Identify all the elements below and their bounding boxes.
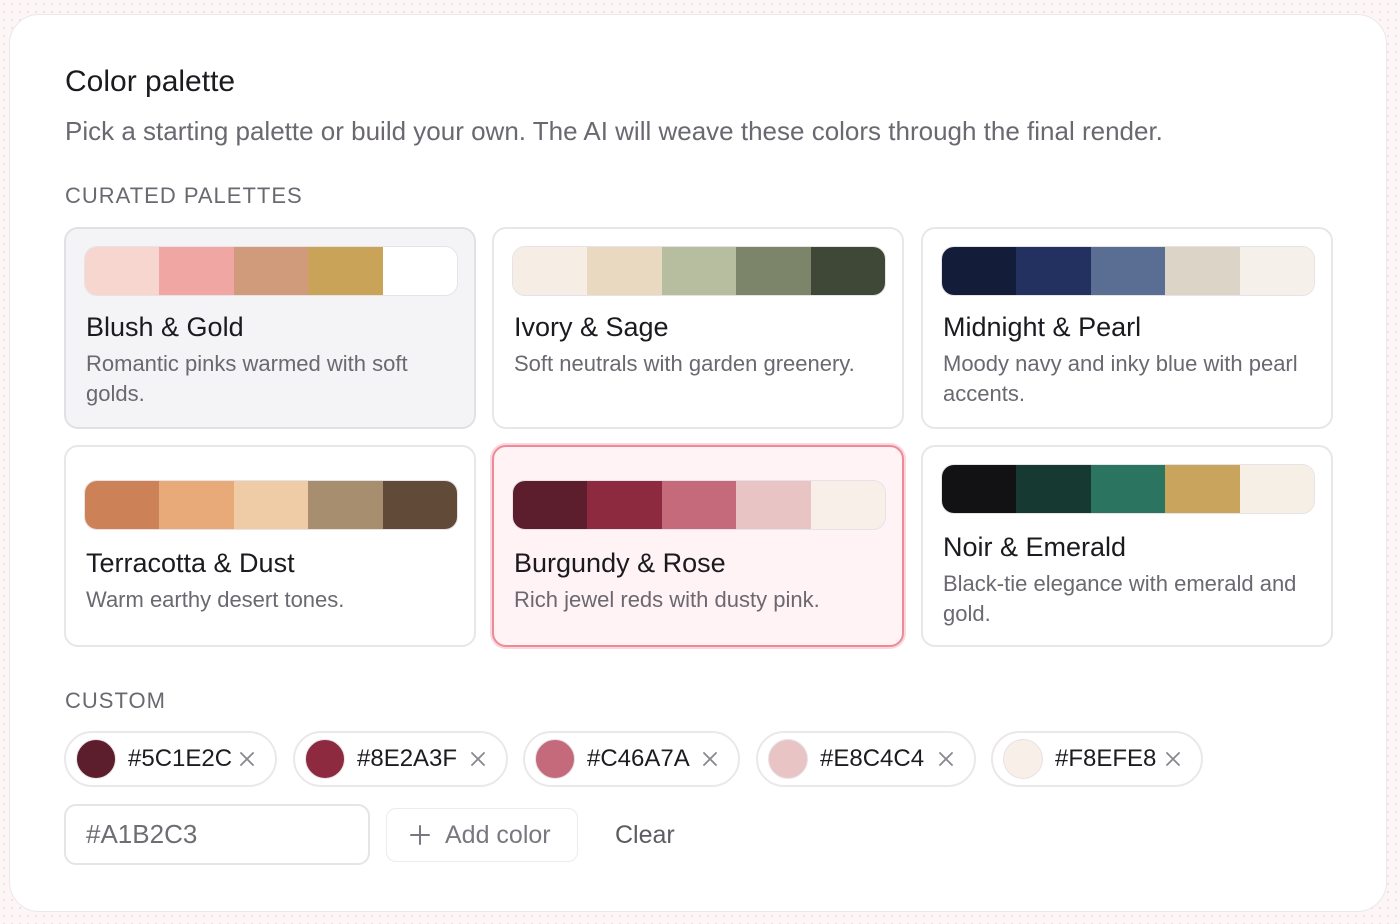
- add-color-button[interactable]: Add color: [386, 808, 578, 862]
- palette-card-ivory-sage[interactable]: Ivory & Sage Soft neutrals with garden g…: [492, 227, 904, 429]
- palette-name: Midnight & Pearl: [943, 312, 1142, 342]
- palette-swatch: [382, 481, 457, 529]
- color-palette-panel: Color palette Pick a starting palette or…: [9, 14, 1387, 912]
- palette-swatch-strip: [84, 480, 458, 530]
- palette-swatch: [308, 481, 383, 529]
- palette-swatch: [513, 481, 588, 529]
- palette-swatch-strip: [512, 480, 886, 530]
- palette-description: Romantic pinks warmed with soft golds.: [86, 351, 408, 406]
- palette-swatch: [1239, 247, 1314, 295]
- custom-color-chip: #5C1E2C: [64, 731, 277, 787]
- palette-swatch: [587, 481, 662, 529]
- color-hex: #5C1E2C: [128, 745, 233, 772]
- color-dot: [305, 739, 345, 779]
- palette-card-blush-gold[interactable]: Blush & Gold Romantic pinks warmed with …: [64, 227, 476, 429]
- palette-description: Black-tie elegance with emerald and gold…: [943, 571, 1297, 626]
- palette-swatch-strip: [941, 246, 1315, 296]
- palette-swatch: [736, 247, 811, 295]
- palette-name: Burgundy & Rose: [514, 548, 726, 578]
- palette-swatch: [85, 481, 160, 529]
- palette-card-noir-emerald[interactable]: Noir & Emerald Black-tie elegance with e…: [921, 445, 1333, 647]
- palette-card-midnight-pearl[interactable]: Midnight & Pearl Moody navy and inky blu…: [921, 227, 1333, 429]
- close-icon[interactable]: [1159, 745, 1187, 773]
- palette-swatch: [233, 247, 309, 295]
- palette-swatch: [1090, 247, 1166, 295]
- add-color-label: Add color: [445, 820, 551, 849]
- palette-swatch-strip: [84, 246, 458, 296]
- color-hex: #8E2A3F: [357, 745, 458, 772]
- palette-swatch: [85, 247, 160, 295]
- palette-swatch: [1165, 465, 1240, 513]
- palette-name: Terracotta & Dust: [86, 548, 295, 578]
- custom-color-chip: #C46A7A: [523, 731, 740, 787]
- custom-color-chip: #E8C4C4: [756, 731, 976, 787]
- custom-section-label: CUSTOM: [65, 688, 166, 713]
- palette-description: Warm earthy desert tones.: [86, 587, 345, 612]
- palette-swatch: [159, 481, 234, 529]
- palette-swatch-strip: [512, 246, 886, 296]
- panel-subtitle: Pick a starting palette or build your ow…: [65, 116, 1163, 146]
- palette-card-terracotta-dust[interactable]: Terracotta & Dust Warm earthy desert ton…: [64, 445, 476, 647]
- palette-swatch: [1016, 465, 1091, 513]
- palette-swatch: [513, 247, 588, 295]
- close-icon[interactable]: [696, 745, 724, 773]
- palette-swatch-strip: [941, 464, 1315, 514]
- palette-description: Rich jewel reds with dusty pink.: [514, 587, 820, 612]
- custom-color-chip: #8E2A3F: [293, 731, 508, 787]
- palette-swatch: [1239, 465, 1314, 513]
- palette-swatch: [382, 247, 457, 295]
- palette-swatch: [942, 465, 1017, 513]
- palette-swatch: [736, 481, 811, 529]
- palette-swatch: [810, 247, 885, 295]
- color-dot: [768, 739, 808, 779]
- color-hex: #E8C4C4: [820, 745, 925, 772]
- palette-swatch: [1165, 247, 1240, 295]
- color-dot: [535, 739, 575, 779]
- palette-name: Ivory & Sage: [514, 312, 669, 342]
- palette-description: Soft neutrals with garden greenery.: [514, 351, 855, 376]
- color-hex: #F8EFE8: [1055, 745, 1157, 772]
- palette-swatch: [661, 481, 737, 529]
- close-icon[interactable]: [233, 745, 261, 773]
- hex-color-input[interactable]: [64, 804, 370, 865]
- palette-swatch: [1016, 247, 1091, 295]
- palette-description: Moody navy and inky blue with pearl acce…: [943, 351, 1298, 406]
- color-hex: #C46A7A: [587, 745, 690, 772]
- palette-card-burgundy-rose[interactable]: Burgundy & Rose Rich jewel reds with dus…: [492, 445, 904, 647]
- palette-swatch: [587, 247, 662, 295]
- custom-color-chip: #F8EFE8: [991, 731, 1203, 787]
- palette-swatch: [233, 481, 309, 529]
- palette-name: Noir & Emerald: [943, 532, 1127, 562]
- panel-title: Color palette: [65, 65, 236, 98]
- palette-swatch: [308, 247, 383, 295]
- plus-icon: [410, 825, 430, 845]
- palette-swatch: [1090, 465, 1166, 513]
- palette-swatch: [159, 247, 234, 295]
- clear-button[interactable]: Clear: [615, 821, 675, 850]
- color-dot: [76, 739, 116, 779]
- close-icon[interactable]: [464, 745, 492, 773]
- close-icon[interactable]: [932, 745, 960, 773]
- palette-name: Blush & Gold: [86, 312, 244, 342]
- curated-section-label: CURATED PALETTES: [65, 183, 303, 208]
- palette-swatch: [661, 247, 737, 295]
- palette-swatch: [810, 481, 885, 529]
- palette-swatch: [942, 247, 1017, 295]
- color-dot: [1003, 739, 1043, 779]
